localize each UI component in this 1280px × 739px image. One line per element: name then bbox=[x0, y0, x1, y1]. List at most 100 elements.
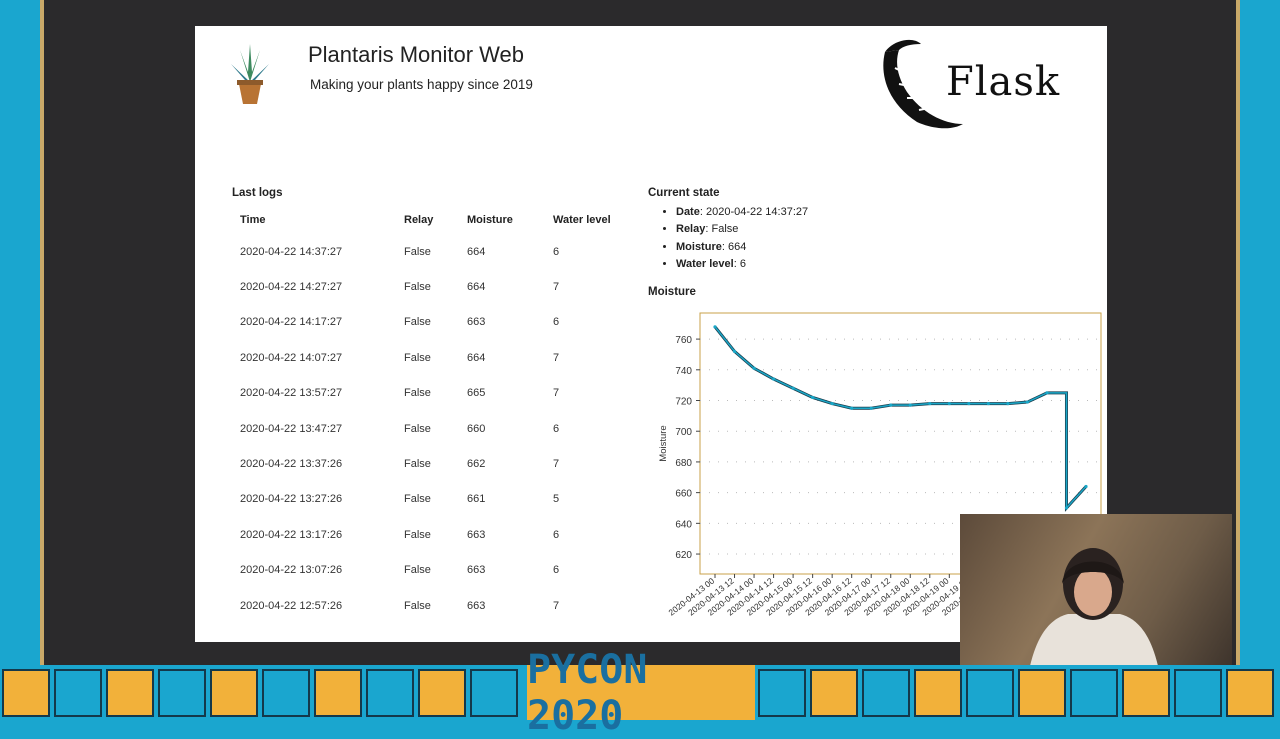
cell-time: 2020-04-22 13:57:27 bbox=[240, 387, 343, 400]
cell-relay: False bbox=[404, 387, 431, 400]
table-row: 2020-04-22 13:47:27 False 660 6 bbox=[232, 411, 623, 446]
table-row: 2020-04-22 13:17:26 False 663 6 bbox=[232, 517, 623, 552]
column-header-moisture: Moisture bbox=[467, 214, 513, 226]
cell-time: 2020-04-22 12:57:26 bbox=[240, 599, 343, 612]
cell-time: 2020-04-22 14:27:27 bbox=[240, 281, 343, 294]
data-point bbox=[967, 401, 971, 406]
cell-relay: False bbox=[404, 281, 431, 294]
cell-time: 2020-04-22 14:07:27 bbox=[240, 351, 343, 364]
table-row: 2020-04-22 12:57:26 False 663 7 bbox=[232, 588, 623, 623]
y-tick-label: 740 bbox=[675, 366, 692, 377]
current-state-heading: Current state bbox=[648, 187, 720, 199]
data-point bbox=[791, 386, 795, 390]
table-row: 2020-04-22 13:27:26 False 661 5 bbox=[232, 482, 623, 517]
moisture-chart-heading: Moisture bbox=[648, 286, 696, 298]
banner-pattern-tile bbox=[158, 669, 206, 717]
cell-water-level: 7 bbox=[553, 281, 560, 294]
cell-time: 2020-04-22 14:37:27 bbox=[240, 245, 343, 258]
y-tick-label: 700 bbox=[675, 427, 692, 438]
cell-water-level: 7 bbox=[553, 599, 560, 612]
banner-pattern-tile bbox=[210, 669, 258, 717]
cell-water-level: 7 bbox=[553, 351, 560, 364]
cell-moisture: 665 bbox=[467, 387, 486, 400]
data-point bbox=[928, 401, 932, 406]
banner-pattern-tile bbox=[54, 669, 102, 717]
cell-time: 2020-04-22 13:07:26 bbox=[240, 564, 343, 577]
data-point bbox=[752, 366, 756, 370]
state-item-moisture: Moisture: 664 bbox=[676, 239, 808, 256]
cell-relay: False bbox=[404, 599, 431, 612]
data-point bbox=[947, 401, 951, 406]
app-title: Plantaris Monitor Web bbox=[308, 42, 525, 67]
cell-relay: False bbox=[404, 528, 431, 541]
table-row: 2020-04-22 13:07:26 False 663 6 bbox=[232, 553, 623, 588]
data-point bbox=[1064, 506, 1069, 510]
data-point bbox=[1084, 484, 1088, 489]
banner-pattern-tile bbox=[314, 669, 362, 717]
y-tick-label: 760 bbox=[675, 335, 692, 346]
cell-moisture: 663 bbox=[467, 599, 486, 612]
state-item-water-level: Water level: 6 bbox=[676, 256, 808, 273]
state-item-relay: Relay: False bbox=[676, 221, 808, 238]
data-point bbox=[1006, 401, 1010, 406]
data-point bbox=[732, 349, 737, 353]
cell-moisture: 661 bbox=[467, 493, 486, 506]
data-point bbox=[889, 403, 893, 407]
banner-pattern-tile bbox=[1122, 669, 1170, 717]
flask-wordmark: Flask bbox=[946, 59, 1061, 105]
y-tick-label: 620 bbox=[675, 550, 692, 561]
cell-relay: False bbox=[404, 245, 431, 258]
cell-time: 2020-04-22 14:17:27 bbox=[240, 316, 343, 329]
data-point bbox=[811, 395, 815, 400]
y-tick-label: 660 bbox=[675, 489, 692, 500]
cell-moisture: 663 bbox=[467, 528, 486, 541]
table-row: 2020-04-22 14:07:27 False 664 7 bbox=[232, 340, 623, 375]
current-state-list: Date: 2020-04-22 14:37:27 Relay: False M… bbox=[648, 204, 808, 273]
cell-relay: False bbox=[404, 422, 431, 435]
data-point bbox=[1025, 400, 1030, 404]
cell-moisture: 660 bbox=[467, 422, 486, 435]
banner-pattern-tile bbox=[470, 669, 518, 717]
cell-relay: False bbox=[404, 316, 431, 329]
cell-water-level: 7 bbox=[553, 387, 560, 400]
table-row: 2020-04-22 13:57:27 False 665 7 bbox=[232, 376, 623, 411]
banner-pattern-tile bbox=[914, 669, 962, 717]
table-header-row: Time Relay Moisture Water level bbox=[232, 206, 623, 234]
cell-relay: False bbox=[404, 493, 431, 506]
cell-water-level: 6 bbox=[553, 422, 560, 435]
data-point bbox=[908, 403, 912, 407]
cell-moisture: 664 bbox=[467, 245, 486, 258]
banner-pattern-tile bbox=[366, 669, 414, 717]
cell-water-level: 6 bbox=[553, 528, 560, 541]
state-item-date: Date: 2020-04-22 14:37:27 bbox=[676, 204, 808, 221]
cell-water-level: 6 bbox=[553, 564, 560, 577]
cell-relay: False bbox=[404, 564, 431, 577]
cell-moisture: 664 bbox=[467, 281, 486, 294]
cell-water-level: 7 bbox=[553, 458, 560, 471]
table-row: 2020-04-22 13:37:26 False 662 7 bbox=[232, 446, 623, 481]
data-point bbox=[986, 401, 990, 406]
cell-time: 2020-04-22 13:27:26 bbox=[240, 493, 343, 506]
y-axis-label: Moisture bbox=[658, 425, 669, 461]
y-tick-label: 680 bbox=[675, 458, 692, 469]
table-row: 2020-04-22 14:37:27 False 664 6 bbox=[232, 234, 623, 269]
column-header-time: Time bbox=[240, 214, 266, 226]
app-subtitle: Making your plants happy since 2019 bbox=[310, 77, 533, 92]
cell-relay: False bbox=[404, 458, 431, 471]
table-row: 2020-04-22 14:17:27 False 663 6 bbox=[232, 305, 623, 340]
banner-pattern-tile bbox=[418, 669, 466, 717]
data-point bbox=[830, 401, 834, 406]
cell-relay: False bbox=[404, 351, 431, 364]
banner-pattern-tile bbox=[106, 669, 154, 717]
table-row: 2020-04-22 14:27:27 False 664 7 bbox=[232, 269, 623, 304]
cell-water-level: 6 bbox=[553, 245, 560, 258]
logs-table: Time Relay Moisture Water level 2020-04-… bbox=[232, 206, 623, 623]
cell-time: 2020-04-22 13:37:26 bbox=[240, 458, 343, 471]
conference-banner: PYCON 2020 bbox=[0, 647, 1280, 739]
plantaris-logo bbox=[231, 44, 269, 104]
data-point bbox=[713, 325, 717, 329]
y-tick-label: 720 bbox=[675, 397, 692, 408]
speaker-webcam bbox=[960, 514, 1232, 666]
cell-moisture: 662 bbox=[467, 458, 486, 471]
data-point bbox=[1045, 391, 1049, 395]
